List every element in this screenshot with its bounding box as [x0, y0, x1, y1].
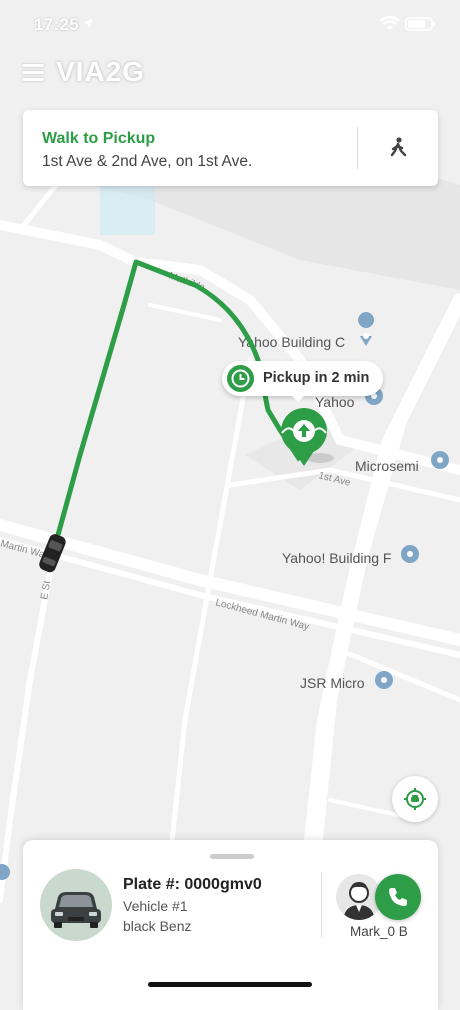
- clock-icon: [227, 365, 254, 392]
- water-area: [100, 185, 155, 235]
- menu-icon: [22, 64, 44, 67]
- app-logo: VIA2G: [56, 56, 146, 87]
- home-indicator[interactable]: [148, 982, 312, 987]
- poi-pin-icon[interactable]: [431, 451, 449, 469]
- callout-tail: [290, 394, 306, 402]
- locate-vehicle-icon: [404, 788, 426, 810]
- vehicle-number: Vehicle #1: [123, 898, 188, 914]
- walk-card-title: Walk to Pickup: [42, 130, 156, 147]
- locate-vehicle-button[interactable]: [392, 776, 438, 822]
- pickup-eta-text: Pickup in 2 min: [263, 370, 370, 386]
- sheet-divider: [321, 872, 322, 938]
- driver-name: Mark_0 B: [350, 924, 408, 939]
- status-time: 17:25: [34, 15, 79, 34]
- wifi-icon: [380, 16, 400, 30]
- poi-label-jsr: JSR Micro: [300, 675, 365, 691]
- pickup-eta-callout[interactable]: Pickup in 2 min: [222, 361, 383, 402]
- poi-label-yahoo-f: Yahoo! Building F: [282, 550, 391, 566]
- vehicle-plate: Plate #: 0000gmv0: [123, 876, 262, 893]
- car-icon: [51, 892, 101, 928]
- vehicle-description: black Benz: [123, 918, 192, 934]
- phone-icon: [389, 888, 407, 906]
- walk-to-pickup-card[interactable]: Walk to Pickup 1st Ave & 2nd Ave, on 1st…: [23, 110, 438, 186]
- location-arrow-icon: [83, 18, 93, 29]
- poi-pin-icon[interactable]: [401, 545, 419, 563]
- sheet-drag-handle[interactable]: [210, 854, 254, 859]
- status-bar: 17:25: [0, 0, 460, 50]
- poi-pin-icon[interactable]: [375, 671, 393, 689]
- call-driver-button[interactable]: [375, 874, 421, 920]
- battery-icon: [405, 17, 435, 31]
- poi-label-microsemi: Microsemi: [355, 458, 419, 474]
- walk-card-divider: [357, 127, 358, 169]
- walk-card-subtitle: 1st Ave & 2nd Ave, on 1st Ave.: [42, 153, 253, 170]
- walking-person-icon[interactable]: [383, 134, 413, 164]
- vehicle-avatar: [40, 869, 112, 941]
- poi-label-yahoo: Yahoo: [315, 394, 355, 410]
- menu-button[interactable]: [22, 62, 46, 84]
